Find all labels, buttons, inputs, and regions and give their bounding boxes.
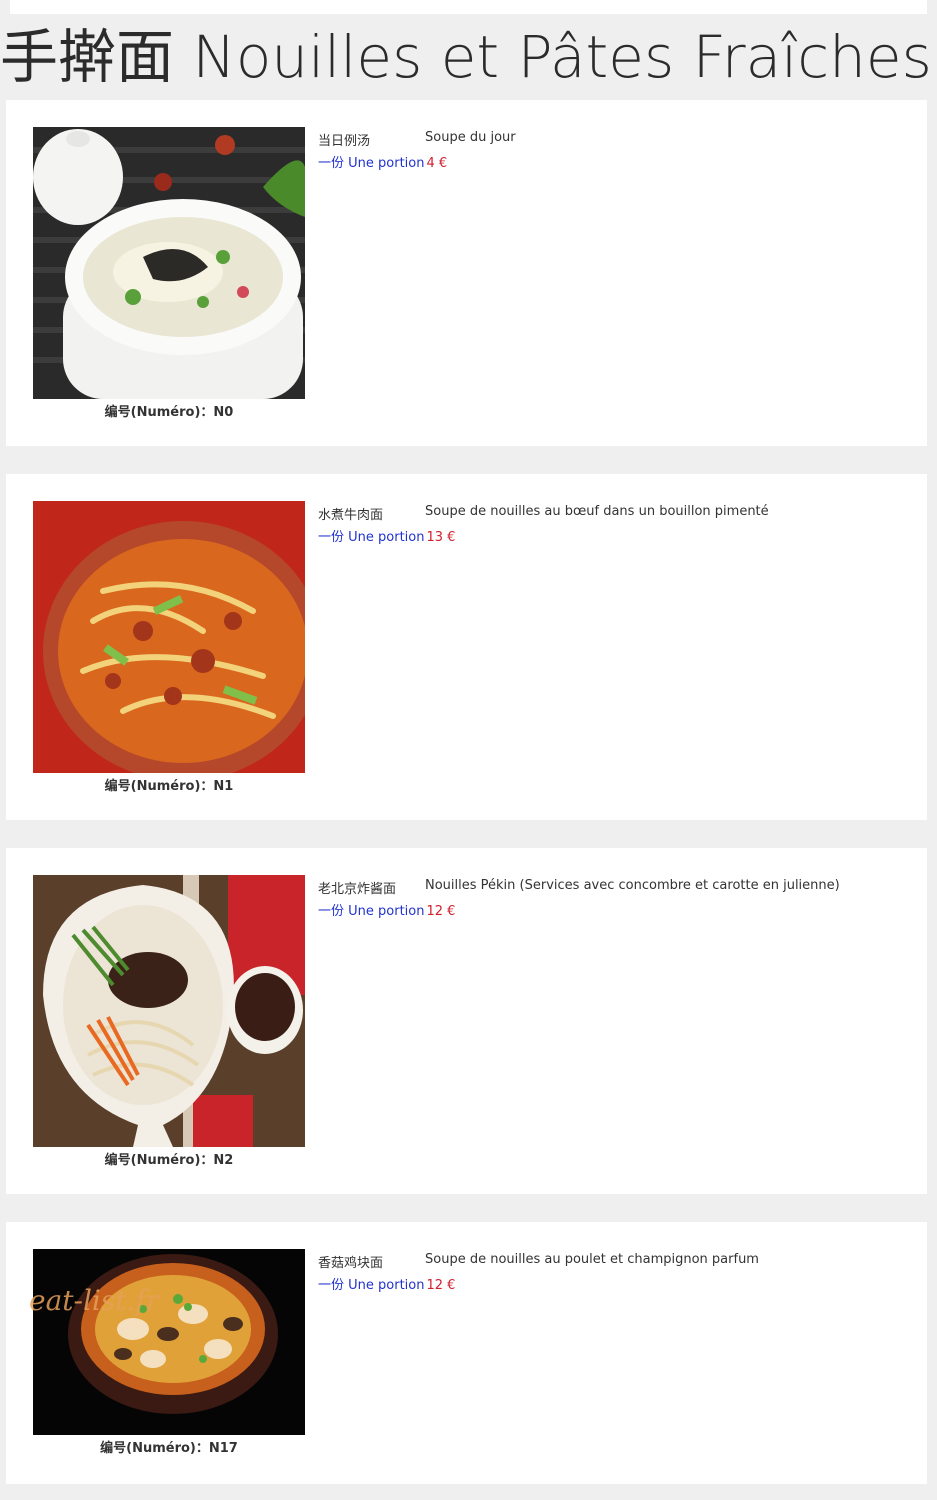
dish-name-cn: 当日例汤 bbox=[318, 134, 371, 149]
soup-bowl-photo bbox=[33, 127, 305, 399]
dish-number: 编号(Numéro)：N1 bbox=[104, 779, 234, 794]
dish-name-fr: Soupe du jour bbox=[425, 130, 516, 145]
dish-name-fr: Soupe de nouilles au bœuf dans un bouill… bbox=[425, 504, 769, 519]
dish-name-fr: Nouilles Pékin (Services avec concombre … bbox=[425, 878, 840, 893]
chicken-mushroom-noodle-photo bbox=[33, 1249, 305, 1435]
dish-name-cn: 老北京炸酱面 bbox=[318, 882, 397, 897]
price: 12 € bbox=[426, 904, 456, 919]
dish-name-cn: 水煮牛肉面 bbox=[318, 508, 384, 523]
portion-line: 一份 Une portion 4 € bbox=[318, 152, 447, 171]
dish-card-n17[interactable]: 编号(Numéro)：N17 香菇鸡块面 Soupe de nouilles a… bbox=[6, 1222, 927, 1484]
dish-card-n0[interactable]: 编号(Numéro)：N0 当日例汤 Soupe du jour 一份 Une … bbox=[6, 100, 927, 446]
dish-card-n2[interactable]: 编号(Numéro)：N2 老北京炸酱面 Nouilles Pékin (Ser… bbox=[6, 848, 927, 1194]
top-strip bbox=[10, 0, 927, 14]
price: 4 € bbox=[426, 156, 448, 171]
portion-line: 一份 Une portion 13 € bbox=[318, 526, 455, 545]
dish-card-n1[interactable]: 编号(Numéro)：N1 水煮牛肉面 Soupe de nouilles au… bbox=[6, 474, 927, 820]
zhajiang-noodle-photo bbox=[33, 875, 305, 1147]
dish-number: 编号(Numéro)：N2 bbox=[104, 1153, 234, 1168]
page-title: 手擀面 Nouilles et Pâtes Fraîches bbox=[0, 23, 932, 91]
portion-line: 一份 Une portion 12 € bbox=[318, 1274, 455, 1293]
price: 13 € bbox=[426, 530, 456, 545]
price: 12 € bbox=[426, 1278, 456, 1293]
portion-label: 一份 Une portion bbox=[318, 1278, 425, 1293]
dish-name-fr: Soupe de nouilles au poulet et champigno… bbox=[425, 1252, 759, 1267]
portion-label: 一份 Une portion bbox=[318, 530, 425, 545]
spicy-noodle-photo bbox=[33, 501, 305, 773]
dish-name-cn: 香菇鸡块面 bbox=[318, 1256, 384, 1271]
portion-line: 一份 Une portion 12 € bbox=[318, 900, 455, 919]
dish-number: 编号(Numéro)：N17 bbox=[100, 1441, 238, 1456]
portion-label: 一份 Une portion bbox=[318, 156, 425, 171]
portion-label: 一份 Une portion bbox=[318, 904, 425, 919]
dish-number: 编号(Numéro)：N0 bbox=[104, 405, 234, 420]
watermark: eat-list.fr bbox=[29, 1284, 160, 1317]
